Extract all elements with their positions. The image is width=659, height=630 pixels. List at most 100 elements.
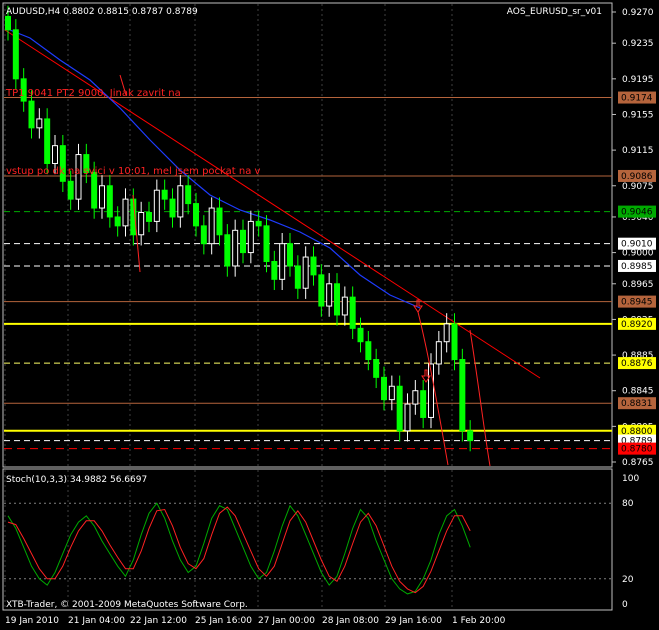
candle-body xyxy=(349,296,356,329)
candle-body xyxy=(443,323,450,343)
candle-body xyxy=(467,430,474,442)
candle-body xyxy=(294,265,301,289)
candle-body xyxy=(52,145,58,164)
candle-body xyxy=(12,29,19,80)
candle-body xyxy=(279,243,286,280)
candle-body xyxy=(208,207,215,245)
candle-body xyxy=(247,220,254,254)
candle-body xyxy=(396,385,403,432)
candle-body xyxy=(451,323,458,361)
price-tick-label: 0.9000 xyxy=(622,249,654,259)
candle-body xyxy=(341,296,348,316)
price-tick-label: 0.8845 xyxy=(622,387,654,397)
candle-body xyxy=(193,203,199,227)
stoch-level-label: 100 xyxy=(622,474,639,484)
candle-body xyxy=(153,189,160,222)
level-tag-label: 0.9010 xyxy=(621,240,653,250)
price-tick-label: 0.8765 xyxy=(622,458,654,468)
candle-body xyxy=(169,198,176,218)
time-tick-label: 28 Jan 08:00 xyxy=(322,616,379,626)
time-tick-label: 21 Jan 04:00 xyxy=(68,616,125,626)
time-tick-label: 1 Feb 20:00 xyxy=(452,616,506,626)
stoch-level-label: 80 xyxy=(622,499,634,509)
candle-body xyxy=(44,118,51,164)
candle-body xyxy=(240,229,246,254)
level-tag-label: 0.8831 xyxy=(621,399,653,409)
time-tick-label: 22 Jan 12:00 xyxy=(130,616,187,626)
candle-body xyxy=(334,283,340,316)
price-tick-label: 0.9235 xyxy=(622,39,654,49)
price-tick-label: 0.9270 xyxy=(622,8,654,18)
candle-body xyxy=(216,207,223,236)
stoch-level-label: 0 xyxy=(622,600,628,610)
candle-body xyxy=(365,341,372,361)
price-tick-label: 0.9075 xyxy=(622,182,654,192)
candle-body xyxy=(287,243,293,267)
candle-body xyxy=(310,256,317,276)
candle-body xyxy=(91,171,98,209)
stoch-main-line xyxy=(7,502,471,595)
candle-body xyxy=(318,274,325,307)
level-tag-label: 0.8876 xyxy=(621,359,653,369)
indicator-name: AOS_EURUSD_sr_v01 xyxy=(507,7,602,17)
trading-chart[interactable]: AUDUSD,H4 0.8802 0.8815 0.8787 0.8789 AO… xyxy=(0,0,659,630)
candle-body xyxy=(146,211,152,222)
candle-body xyxy=(381,376,387,401)
price-tick-label: 0.9115 xyxy=(622,146,654,156)
time-tick-label: 19 Jan 2010 xyxy=(5,616,59,626)
candle-body xyxy=(255,220,262,227)
copyright: XTB-Trader, © 2001-2009 MetaQuotes Softw… xyxy=(6,600,248,610)
candle-body xyxy=(67,180,74,200)
candle-body xyxy=(232,229,239,267)
candle-body xyxy=(114,216,121,227)
trend-line[interactable] xyxy=(4,29,541,379)
time-tick-label: 25 Jan 16:00 xyxy=(195,616,252,626)
level-tag-label: 0.8780 xyxy=(621,445,653,455)
candlesticks xyxy=(5,5,474,452)
candle-body xyxy=(138,211,145,236)
annotation-tp[interactable]: TP1 9041 PT2 9000, Jinak zavrit na xyxy=(5,88,181,99)
candle-body xyxy=(420,390,427,418)
level-tag-label: 0.9046 xyxy=(621,208,653,218)
candle-body xyxy=(388,385,395,401)
level-tag-label: 0.9086 xyxy=(621,172,653,182)
price-tick-label: 0.9195 xyxy=(622,75,654,85)
symbol-info: AUDUSD,H4 0.8802 0.8815 0.8787 0.8789 xyxy=(6,7,198,17)
candle-body xyxy=(161,189,168,200)
price-tick-label: 0.8965 xyxy=(622,280,654,290)
time-axis: 19 Jan 2010 21 Jan 04:00 22 Jan 12:00 25 Ja… xyxy=(5,616,506,626)
candle-body xyxy=(200,225,207,245)
time-tick-label: 29 Jan 16:00 xyxy=(385,616,442,626)
candle-body xyxy=(177,185,184,218)
candle-body xyxy=(326,283,333,307)
stoch-level-label: 20 xyxy=(622,575,634,585)
price-tick-label: 0.9155 xyxy=(622,110,654,120)
candle-body xyxy=(271,261,278,280)
annotation-entry[interactable]: vstup po dk na svici v 10:01, mel jsem p… xyxy=(6,166,261,177)
candle-body xyxy=(357,327,364,343)
level-tag-label: 0.9174 xyxy=(621,94,653,104)
stoch-signal-line xyxy=(7,506,471,594)
candle-body xyxy=(99,185,105,209)
stoch-label: Stoch(10,3,3) 34.9882 56.6697 xyxy=(6,475,147,485)
candle-body xyxy=(435,341,442,365)
price-panel-frame xyxy=(2,2,613,468)
signal-curve-2 xyxy=(469,329,491,467)
time-tick-label: 27 Jan 00:00 xyxy=(258,616,315,626)
level-tag-label: 0.8920 xyxy=(621,320,653,330)
candle-body xyxy=(122,198,129,227)
candle-body xyxy=(185,185,192,205)
level-tag-label: 0.8985 xyxy=(621,262,653,272)
candle-body xyxy=(302,256,309,289)
candle-body xyxy=(404,403,411,432)
candle-body xyxy=(459,359,466,432)
candle-body xyxy=(224,234,231,267)
level-tag-label: 0.8945 xyxy=(621,298,653,308)
candle-body xyxy=(373,359,380,378)
candle-body xyxy=(263,225,270,263)
candle-body xyxy=(28,100,35,129)
candle-body xyxy=(36,118,43,129)
candle-body xyxy=(412,390,419,405)
candle-body xyxy=(106,185,113,218)
candle-body xyxy=(5,15,11,31)
